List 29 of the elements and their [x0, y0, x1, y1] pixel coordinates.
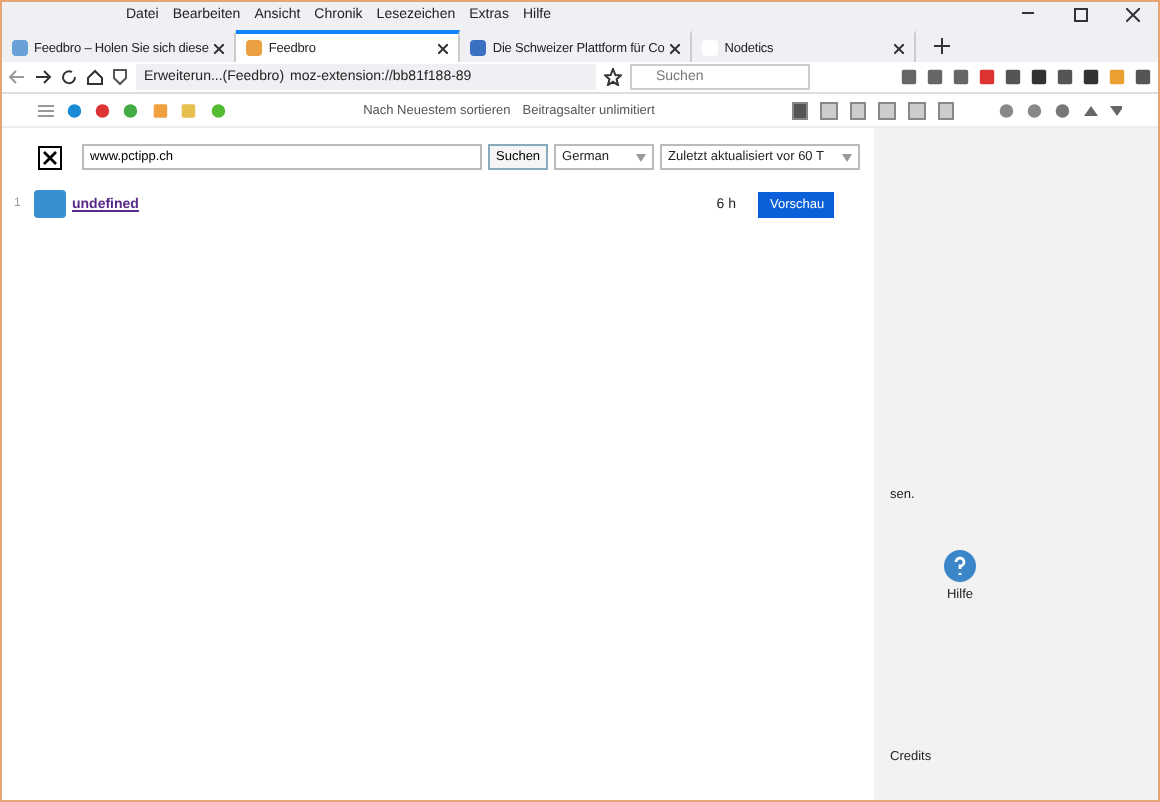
new-tab-icon[interactable] — [934, 38, 951, 54]
forward-icon[interactable] — [34, 68, 52, 86]
minimize-icon[interactable] — [1022, 12, 1034, 16]
close-icon[interactable] — [438, 43, 449, 53]
close-icon[interactable] — [894, 43, 905, 53]
caret-icon — [842, 153, 853, 161]
close-icon[interactable] — [214, 43, 225, 53]
bookmark-star-icon[interactable] — [604, 68, 622, 86]
view-mode-button[interactable] — [849, 101, 867, 119]
home-icon[interactable] — [86, 68, 104, 86]
down-arrow-icon[interactable] — [1109, 105, 1123, 115]
view-mode-button[interactable] — [908, 101, 926, 119]
view-mode-button[interactable] — [820, 101, 838, 119]
close-icon[interactable] — [1125, 7, 1139, 21]
view-mode-button[interactable] — [878, 101, 897, 119]
caret-icon — [636, 153, 647, 161]
up-arrow-icon[interactable] — [1083, 105, 1097, 115]
menu-icon[interactable] — [38, 103, 54, 117]
maximize-icon[interactable] — [1073, 7, 1087, 21]
close-icon[interactable] — [670, 43, 681, 53]
tab-favicon-icon — [246, 40, 263, 56]
view-mode-button[interactable] — [791, 101, 809, 119]
close-icon[interactable] — [38, 145, 62, 169]
back-icon[interactable] — [8, 68, 26, 86]
tab-favicon-icon — [470, 40, 487, 56]
view-mode-button[interactable] — [937, 101, 955, 119]
site-logo-icon — [34, 190, 66, 218]
tab-favicon-icon — [12, 40, 28, 56]
shield-icon — [112, 68, 128, 86]
